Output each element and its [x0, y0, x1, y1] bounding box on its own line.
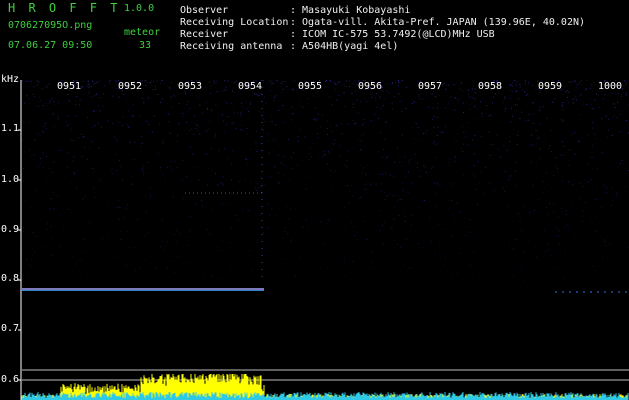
meteor-count: 33 — [139, 40, 152, 51]
info-receiver-value: : ICOM IC-575 53.7492(@LCD)MHz USB — [290, 29, 495, 40]
header-panel: H R O F F T 1.0.0 070627095O.png meteor … — [0, 0, 629, 80]
time-tick-1000: 1000 — [598, 81, 623, 92]
freq-tick-0.7: 0.7 — [1, 323, 20, 334]
time-tick-0951: 0951 — [57, 81, 82, 92]
datetime: 07.06.27 09:50 — [8, 40, 93, 51]
meteor-label: meteor — [124, 27, 161, 38]
time-tick-0956: 0956 — [358, 81, 383, 92]
info-receiver-label: Receiver — [180, 29, 229, 40]
time-tick-0958: 0958 — [478, 81, 503, 92]
freq-unit-label: kHz — [1, 74, 20, 85]
time-tick-0954: 0954 — [238, 81, 263, 92]
freq-tick-0.9: 0.9 — [1, 224, 20, 235]
info-location-label: Receiving Location — [180, 17, 289, 28]
file-name: 070627095O.png — [8, 20, 93, 31]
app-version: 1.0.0 — [124, 3, 155, 14]
freq-tick-0.8: 0.8 — [1, 273, 20, 284]
info-observer-value: : Masayuki Kobayashi — [290, 5, 411, 16]
info-antenna-label: Receiving antenna — [180, 41, 283, 52]
time-tick-0953: 0953 — [178, 81, 203, 92]
info-observer-label: Observer — [180, 5, 229, 16]
info-location-value: : Ogata-vill. Akita-Pref. JAPAN (139.96E… — [290, 17, 586, 28]
app-title: H R O F F T — [8, 1, 121, 15]
time-tick-0957: 0957 — [418, 81, 443, 92]
freq-tick-1.1: 1.1 — [1, 123, 20, 134]
spectrogram — [0, 80, 629, 400]
time-tick-0952: 0952 — [118, 81, 143, 92]
freq-tick-0.6: 0.6 — [1, 374, 20, 385]
time-tick-0959: 0959 — [538, 81, 563, 92]
info-antenna-value: : A504HB(yagi 4el) — [290, 41, 399, 52]
time-tick-0955: 0955 — [298, 81, 323, 92]
freq-tick-1.0: 1.0 — [1, 174, 20, 185]
